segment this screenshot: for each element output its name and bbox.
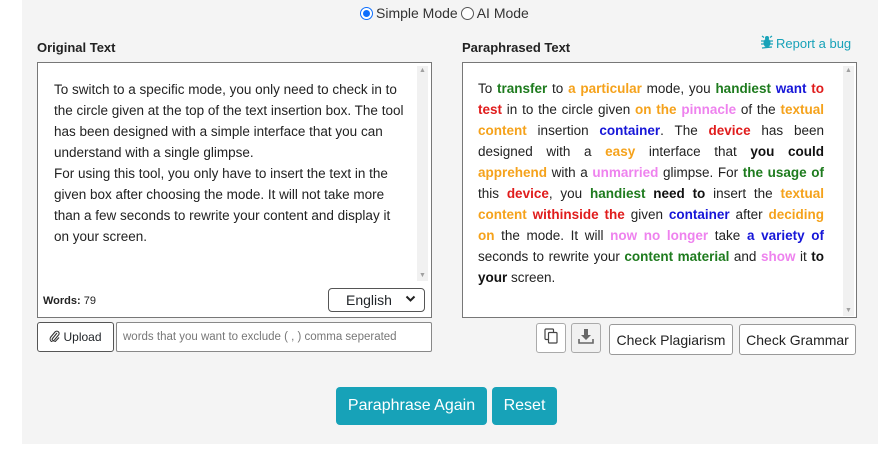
unchanged-text: To: [478, 81, 498, 96]
changed-word: transfer: [497, 81, 548, 96]
download-icon: [578, 328, 594, 349]
changed-word: apprehend: [478, 165, 548, 180]
language-value: English: [346, 292, 392, 308]
unchanged-text: it: [795, 249, 812, 264]
unchanged-text: insert the: [705, 186, 781, 201]
changed-word: want: [775, 81, 807, 96]
report-bug-link[interactable]: Report a bug: [760, 35, 851, 52]
changed-word: device: [506, 186, 549, 201]
scroll-up-icon[interactable]: ▲: [417, 66, 428, 76]
report-bug-label: Report a bug: [776, 36, 852, 51]
simple-mode-radio[interactable]: [360, 6, 373, 20]
original-paragraph: To switch to a specific mode, you only n…: [54, 82, 404, 160]
scroll-down-icon[interactable]: ▼: [843, 306, 854, 316]
changed-word: a variety of: [746, 228, 824, 243]
paraphrased-text-content[interactable]: To transfer to a particular mode, you ha…: [478, 78, 824, 288]
simple-mode-label[interactable]: Simple Mode: [376, 5, 458, 21]
word-count: Words: 79: [43, 295, 96, 307]
unchanged-text: mode, you: [641, 81, 716, 96]
scroll-down-icon[interactable]: ▼: [417, 271, 428, 281]
paraphrase-again-button[interactable]: Paraphrase Again: [336, 387, 487, 425]
paperclip-icon: [49, 330, 61, 345]
changed-word: the usage of: [742, 165, 824, 180]
original-text-box[interactable]: To switch to a specific mode, you only n…: [37, 62, 432, 318]
copy-button[interactable]: [536, 323, 566, 353]
language-select[interactable]: English: [328, 288, 425, 312]
unchanged-text: to: [547, 81, 569, 96]
chevron-down-icon: [405, 293, 416, 307]
word-count-label: Words:: [43, 295, 81, 307]
paraphrased-paragraph: To transfer to a particular mode, you ha…: [478, 78, 824, 288]
check-grammar-button[interactable]: Check Grammar: [739, 324, 856, 355]
paraphrased-text-box[interactable]: To transfer to a particular mode, you ha…: [462, 62, 857, 318]
unchanged-text: of the: [736, 102, 781, 117]
changed-word: a particular: [568, 81, 642, 96]
unchanged-text: screen.: [507, 270, 556, 285]
unchanged-text: after: [729, 207, 769, 222]
changed-word: now no longer: [610, 228, 709, 243]
changed-word: handiest: [589, 186, 646, 201]
exclude-words-placeholder: words that you want to exclude ( , ) com…: [123, 331, 397, 343]
changed-word: on the: [635, 102, 677, 117]
unchanged-text: take: [708, 228, 747, 243]
unchanged-text: , you: [548, 186, 590, 201]
mode-selector: Simple Mode AI Mode: [360, 5, 532, 21]
ai-mode-radio[interactable]: [460, 6, 474, 20]
paraphrased-scrollbar[interactable]: ▲ ▼: [843, 66, 854, 316]
changed-word: container: [599, 123, 661, 138]
bug-icon: [760, 35, 774, 52]
unchanged-text: insertion: [526, 123, 600, 138]
changed-word: unmarried: [592, 165, 659, 180]
reset-button[interactable]: Reset: [492, 387, 557, 425]
unchanged-text: seconds to rewrite your: [478, 249, 625, 264]
unchanged-text: glimpse. For: [658, 165, 743, 180]
unchanged-text: given: [624, 207, 669, 222]
changed-word: device: [708, 123, 751, 138]
changed-word: withinside the: [532, 207, 625, 222]
changed-word: content material: [624, 249, 730, 264]
exclude-words-input[interactable]: words that you want to exclude ( , ) com…: [116, 322, 432, 352]
changed-word: pinnacle: [681, 102, 737, 117]
check-plagiarism-button[interactable]: Check Plagiarism: [609, 324, 733, 355]
download-button[interactable]: [571, 323, 601, 353]
unchanged-text: with a: [547, 165, 593, 180]
scroll-up-icon[interactable]: ▲: [843, 66, 854, 76]
unchanged-text: . The: [660, 123, 709, 138]
ai-mode-label[interactable]: AI Mode: [477, 5, 529, 21]
changed-word: container: [668, 207, 730, 222]
changed-word: you could: [750, 144, 824, 159]
changed-word: handiest: [715, 81, 771, 96]
upload-button[interactable]: Upload: [37, 322, 114, 352]
original-paragraph: For using this tool, you only have to in…: [54, 166, 391, 244]
original-scrollbar[interactable]: ▲ ▼: [417, 66, 428, 281]
original-text-heading: Original Text: [37, 40, 116, 55]
original-text-content[interactable]: To switch to a specific mode, you only n…: [54, 79, 404, 247]
unchanged-text: in to the circle given: [502, 102, 636, 117]
unchanged-text: interface that: [635, 144, 751, 159]
changed-word: easy: [605, 144, 636, 159]
word-count-value: 79: [83, 295, 96, 307]
unchanged-text: and: [729, 249, 761, 264]
copy-icon: [544, 327, 558, 349]
changed-word: show: [760, 249, 796, 264]
paraphrased-text-heading: Paraphrased Text: [462, 40, 571, 55]
upload-label: Upload: [63, 330, 102, 344]
unchanged-text: the mode. It will: [494, 228, 611, 243]
changed-word: need to: [653, 186, 706, 201]
unchanged-text: this: [478, 186, 507, 201]
